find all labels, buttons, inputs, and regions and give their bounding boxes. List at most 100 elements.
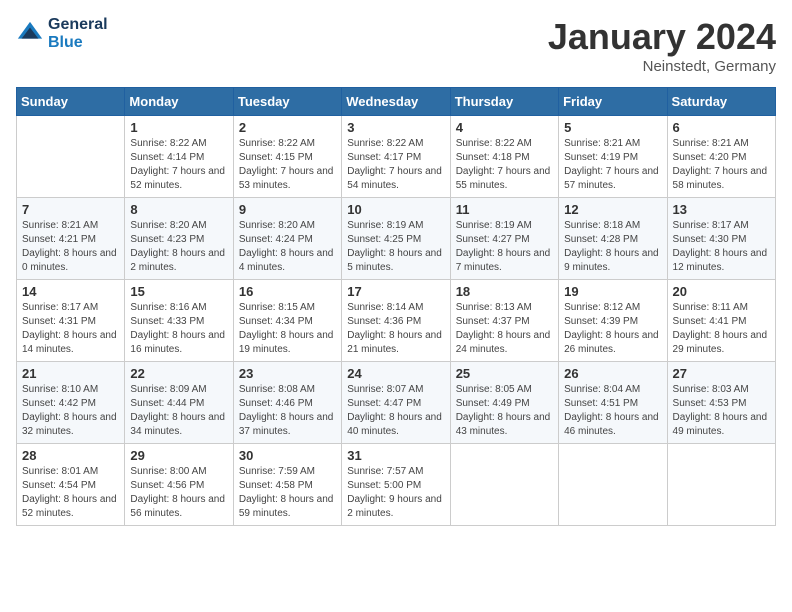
- day-number: 26: [564, 366, 661, 381]
- col-sunday: Sunday: [17, 88, 125, 116]
- day-number: 22: [130, 366, 227, 381]
- day-number: 10: [347, 202, 444, 217]
- calendar-cell: 23 Sunrise: 8:08 AMSunset: 4:46 PMDayligh…: [233, 362, 341, 444]
- calendar-cell: 17 Sunrise: 8:14 AMSunset: 4:36 PMDayligh…: [342, 280, 450, 362]
- day-number: 3: [347, 120, 444, 135]
- month-title: January 2024: [548, 16, 776, 58]
- calendar-cell: 18Sunrise: 8:13 AMSunset: 4:37 PMDayligh…: [450, 280, 558, 362]
- calendar-cell: 4 Sunrise: 8:22 AMSunset: 4:18 PMDaylight…: [450, 116, 558, 198]
- day-number: 16: [239, 284, 336, 299]
- day-number: 20: [673, 284, 770, 299]
- day-info: Sunrise: 8:22 AMSunset: 4:17 PMDaylight:…: [347, 137, 444, 193]
- logo-icon: [16, 20, 44, 48]
- calendar-cell: [450, 444, 558, 526]
- day-number: 4: [456, 120, 553, 135]
- day-number: 27: [673, 366, 770, 381]
- day-info: Sunrise: 8:11 AMSunset: 4:41 PMDaylight:…: [673, 301, 770, 357]
- day-info: Sunrise: 8:00 AMSunset: 4:56 PMDaylight:…: [130, 465, 227, 521]
- page-header: General Blue January 2024 Neinstedt, Ger…: [16, 16, 776, 75]
- day-number: 5: [564, 120, 661, 135]
- location: Neinstedt, Germany: [548, 58, 776, 75]
- day-number: 7: [22, 202, 119, 217]
- calendar-cell: 25Sunrise: 8:05 AMSunset: 4:49 PMDayligh…: [450, 362, 558, 444]
- day-number: 19: [564, 284, 661, 299]
- calendar-cell: [17, 116, 125, 198]
- calendar-cell: 26Sunrise: 8:04 AMSunset: 4:51 PMDayligh…: [559, 362, 667, 444]
- calendar-table: Sunday Monday Tuesday Wednesday Thursday…: [16, 87, 776, 526]
- col-friday: Friday: [559, 88, 667, 116]
- calendar-cell: 1 Sunrise: 8:22 AMSunset: 4:14 PMDaylight…: [125, 116, 233, 198]
- day-number: 6: [673, 120, 770, 135]
- calendar-cell: 8Sunrise: 8:20 AMSunset: 4:23 PMDaylight…: [125, 198, 233, 280]
- day-number: 23: [239, 366, 336, 381]
- col-tuesday: Tuesday: [233, 88, 341, 116]
- calendar-header-row: Sunday Monday Tuesday Wednesday Thursday…: [17, 88, 776, 116]
- day-info: Sunrise: 8:09 AMSunset: 4:44 PMDaylight:…: [130, 383, 227, 439]
- day-info: Sunrise: 8:17 AMSunset: 4:30 PMDaylight:…: [673, 219, 770, 275]
- calendar-cell: 11 Sunrise: 8:19 AMSunset: 4:27 PMDayligh…: [450, 198, 558, 280]
- calendar-cell: 9Sunrise: 8:20 AMSunset: 4:24 PMDaylight…: [233, 198, 341, 280]
- calendar-cell: 12Sunrise: 8:18 AMSunset: 4:28 PMDayligh…: [559, 198, 667, 280]
- logo-text-blue: Blue: [48, 34, 108, 52]
- day-info: Sunrise: 7:57 AMSunset: 5:00 PMDaylight:…: [347, 465, 444, 521]
- day-number: 21: [22, 366, 119, 381]
- calendar-cell: 3 Sunrise: 8:22 AMSunset: 4:17 PMDaylight…: [342, 116, 450, 198]
- logo: General Blue: [16, 16, 108, 51]
- day-info: Sunrise: 8:21 AMSunset: 4:21 PMDaylight:…: [22, 219, 119, 275]
- calendar-cell: 29 Sunrise: 8:00 AMSunset: 4:56 PMDayligh…: [125, 444, 233, 526]
- day-number: 31: [347, 448, 444, 463]
- calendar-cell: 10 Sunrise: 8:19 AMSunset: 4:25 PMDayligh…: [342, 198, 450, 280]
- day-info: Sunrise: 8:21 AMSunset: 4:19 PMDaylight:…: [564, 137, 661, 193]
- calendar-cell: [559, 444, 667, 526]
- calendar-week-row-3: 14 Sunrise: 8:17 AMSunset: 4:31 PMDayligh…: [17, 280, 776, 362]
- day-info: Sunrise: 8:22 AMSunset: 4:15 PMDaylight:…: [239, 137, 336, 193]
- calendar-cell: [667, 444, 775, 526]
- calendar-cell: 22 Sunrise: 8:09 AMSunset: 4:44 PMDayligh…: [125, 362, 233, 444]
- col-wednesday: Wednesday: [342, 88, 450, 116]
- day-info: Sunrise: 8:22 AMSunset: 4:14 PMDaylight:…: [130, 137, 227, 193]
- title-area: January 2024 Neinstedt, Germany: [548, 16, 776, 75]
- day-info: Sunrise: 8:03 AMSunset: 4:53 PMDaylight:…: [673, 383, 770, 439]
- day-info: Sunrise: 8:05 AMSunset: 4:49 PMDaylight:…: [456, 383, 553, 439]
- day-info: Sunrise: 8:12 AMSunset: 4:39 PMDaylight:…: [564, 301, 661, 357]
- day-number: 2: [239, 120, 336, 135]
- calendar-week-row-5: 28Sunrise: 8:01 AMSunset: 4:54 PMDayligh…: [17, 444, 776, 526]
- calendar-cell: 16 Sunrise: 8:15 AMSunset: 4:34 PMDayligh…: [233, 280, 341, 362]
- col-saturday: Saturday: [667, 88, 775, 116]
- day-number: 14: [22, 284, 119, 299]
- day-number: 29: [130, 448, 227, 463]
- day-number: 18: [456, 284, 553, 299]
- day-info: Sunrise: 8:15 AMSunset: 4:34 PMDaylight:…: [239, 301, 336, 357]
- calendar-cell: 2 Sunrise: 8:22 AMSunset: 4:15 PMDaylight…: [233, 116, 341, 198]
- logo-text-general: General: [48, 16, 108, 34]
- day-info: Sunrise: 8:19 AMSunset: 4:25 PMDaylight:…: [347, 219, 444, 275]
- day-info: Sunrise: 7:59 AMSunset: 4:58 PMDaylight:…: [239, 465, 336, 521]
- day-number: 15: [130, 284, 227, 299]
- day-info: Sunrise: 8:20 AMSunset: 4:24 PMDaylight:…: [239, 219, 336, 275]
- calendar-cell: 31 Sunrise: 7:57 AMSunset: 5:00 PMDayligh…: [342, 444, 450, 526]
- day-number: 13: [673, 202, 770, 217]
- day-number: 1: [130, 120, 227, 135]
- day-info: Sunrise: 8:19 AMSunset: 4:27 PMDaylight:…: [456, 219, 553, 275]
- day-info: Sunrise: 8:01 AMSunset: 4:54 PMDaylight:…: [22, 465, 119, 521]
- calendar-week-row-4: 21Sunrise: 8:10 AMSunset: 4:42 PMDayligh…: [17, 362, 776, 444]
- calendar-cell: 21Sunrise: 8:10 AMSunset: 4:42 PMDayligh…: [17, 362, 125, 444]
- day-info: Sunrise: 8:16 AMSunset: 4:33 PMDaylight:…: [130, 301, 227, 357]
- calendar-cell: 14 Sunrise: 8:17 AMSunset: 4:31 PMDayligh…: [17, 280, 125, 362]
- calendar-cell: 24Sunrise: 8:07 AMSunset: 4:47 PMDayligh…: [342, 362, 450, 444]
- day-info: Sunrise: 8:21 AMSunset: 4:20 PMDaylight:…: [673, 137, 770, 193]
- calendar-week-row-1: 1 Sunrise: 8:22 AMSunset: 4:14 PMDaylight…: [17, 116, 776, 198]
- day-info: Sunrise: 8:08 AMSunset: 4:46 PMDaylight:…: [239, 383, 336, 439]
- day-info: Sunrise: 8:14 AMSunset: 4:36 PMDaylight:…: [347, 301, 444, 357]
- calendar-cell: 6 Sunrise: 8:21 AMSunset: 4:20 PMDaylight…: [667, 116, 775, 198]
- day-info: Sunrise: 8:17 AMSunset: 4:31 PMDaylight:…: [22, 301, 119, 357]
- day-number: 8: [130, 202, 227, 217]
- day-info: Sunrise: 8:22 AMSunset: 4:18 PMDaylight:…: [456, 137, 553, 193]
- col-thursday: Thursday: [450, 88, 558, 116]
- calendar-cell: 30Sunrise: 7:59 AMSunset: 4:58 PMDayligh…: [233, 444, 341, 526]
- calendar-cell: 5 Sunrise: 8:21 AMSunset: 4:19 PMDaylight…: [559, 116, 667, 198]
- day-number: 17: [347, 284, 444, 299]
- calendar-cell: 13 Sunrise: 8:17 AMSunset: 4:30 PMDayligh…: [667, 198, 775, 280]
- day-number: 11: [456, 202, 553, 217]
- calendar-cell: 27 Sunrise: 8:03 AMSunset: 4:53 PMDayligh…: [667, 362, 775, 444]
